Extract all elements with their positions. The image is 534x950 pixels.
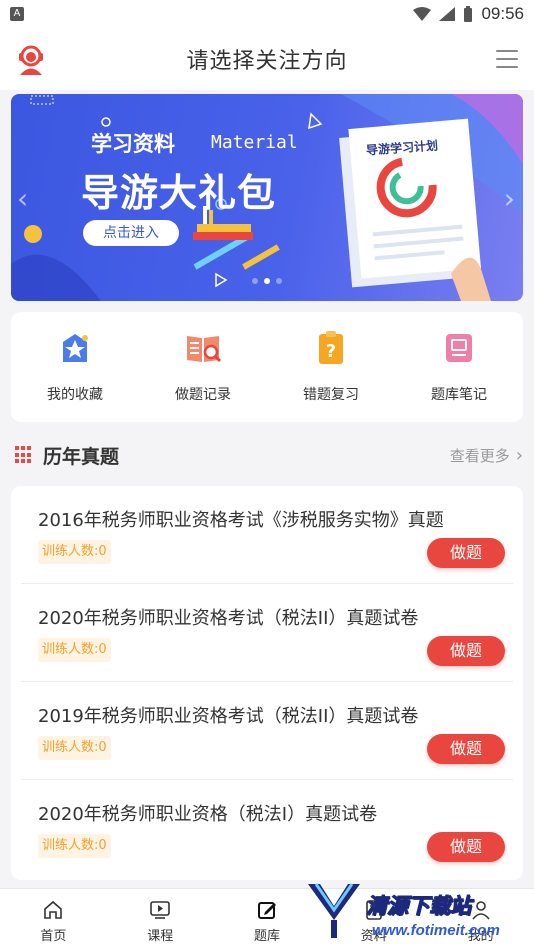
exam-title: 2016年税务师职业资格考试《涉税服务实物》真题 <box>38 510 444 531</box>
practice-button[interactable]: 做题 <box>427 734 505 764</box>
list-item[interactable]: 2020年税务师职业资格（税法I）真题试卷 训练人数:0 做题 <box>21 780 513 878</box>
practice-button[interactable]: 做题 <box>427 636 505 666</box>
app-header: 请选择关注方向 <box>0 28 534 90</box>
status-indicators: 09:56 <box>413 4 524 24</box>
star-box-icon <box>63 334 88 362</box>
quick-mistakes[interactable]: ? 错题复习 <box>267 312 395 422</box>
section-header: 历年真题 查看更多 › <box>11 436 523 474</box>
status-bar: A 09:56 <box>0 0 534 28</box>
promo-banner[interactable]: ‹ › 学习资料 Material 导游大礼包 点击进入 导游学习计划 <box>11 94 523 301</box>
exam-title: 2019年税务师职业资格考试（税法II）真题试卷 <box>38 706 419 727</box>
quick-actions: 我的收藏 做题记录 ? 错题复习 题库笔记 <box>11 312 523 422</box>
svg-text:?: ? <box>326 341 336 362</box>
list-item[interactable]: 2016年税务师职业资格考试《涉税服务实物》真题 训练人数:0 做题 <box>21 486 513 584</box>
quick-label: 我的收藏 <box>47 387 103 403</box>
quick-records[interactable]: 做题记录 <box>139 312 267 422</box>
question-clipboard-icon: ? <box>319 331 343 364</box>
edit-icon <box>257 902 276 919</box>
home-icon <box>44 900 63 919</box>
nav-label: 题库 <box>253 929 280 944</box>
watermark-title: 清源下载站 <box>366 894 472 919</box>
sim-badge: A <box>10 7 24 21</box>
nav-home[interactable]: 首页 <box>0 889 107 950</box>
quick-favorites[interactable]: 我的收藏 <box>11 312 139 422</box>
quick-notes[interactable]: 题库笔记 <box>395 312 523 422</box>
trainee-count-badge: 训练人数:0 <box>38 540 111 564</box>
banner-line1: 学习资料 <box>91 132 175 156</box>
trainee-count-badge: 训练人数:0 <box>38 834 111 858</box>
nav-course[interactable]: 课程 <box>107 889 214 950</box>
watermark-logo <box>308 883 360 938</box>
banner-next-arrow[interactable]: › <box>504 182 515 215</box>
trainee-count-badge: 训练人数:0 <box>38 736 111 760</box>
quick-label: 题库笔记 <box>431 387 487 403</box>
nav-label: 课程 <box>147 929 174 944</box>
page-title: 请选择关注方向 <box>186 49 348 74</box>
view-more-link[interactable]: 查看更多 › <box>450 445 523 466</box>
customer-service-icon[interactable] <box>14 42 48 76</box>
banner-prev-arrow[interactable]: ‹ <box>17 182 28 215</box>
quick-label: 错题复习 <box>303 387 359 403</box>
video-icon <box>150 901 170 919</box>
note-icon <box>446 334 472 362</box>
nav-label: 首页 <box>40 929 67 944</box>
grid-icon <box>15 446 33 464</box>
practice-button[interactable]: 做题 <box>427 832 505 862</box>
watermark-url: www.fotimeit.com <box>372 922 500 939</box>
status-time: 09:56 <box>481 4 524 23</box>
practice-button[interactable]: 做题 <box>427 538 505 568</box>
exam-list: 2016年税务师职业资格考试《涉税服务实物》真题 训练人数:0 做题 2020年… <box>11 486 523 880</box>
wifi-icon <box>413 7 432 21</box>
signal-icon <box>439 7 456 21</box>
menu-icon[interactable] <box>496 50 518 68</box>
list-item[interactable]: 2020年税务师职业资格考试（税法II）真题试卷 训练人数:0 做题 <box>21 584 513 682</box>
trainee-count-badge: 训练人数:0 <box>38 638 111 662</box>
exam-title: 2020年税务师职业资格（税法I）真题试卷 <box>38 804 378 825</box>
quick-label: 做题记录 <box>175 387 231 403</box>
chevron-right-icon: › <box>515 444 523 466</box>
book-search-icon <box>187 336 222 363</box>
battery-icon <box>464 6 473 22</box>
view-more-label: 查看更多 <box>449 446 510 465</box>
banner-material: Material <box>211 132 298 153</box>
banner-enter-button[interactable]: 点击进入 <box>83 220 179 246</box>
exam-title: 2020年税务师职业资格考试（税法II）真题试卷 <box>38 608 419 629</box>
banner-headline: 导游大礼包 <box>81 171 277 215</box>
list-item[interactable]: 2019年税务师职业资格考试（税法II）真题试卷 训练人数:0 做题 <box>21 682 513 780</box>
watermark: 清源下载站 www.fotimeit.com <box>304 880 530 948</box>
section-title: 历年真题 <box>43 445 120 468</box>
